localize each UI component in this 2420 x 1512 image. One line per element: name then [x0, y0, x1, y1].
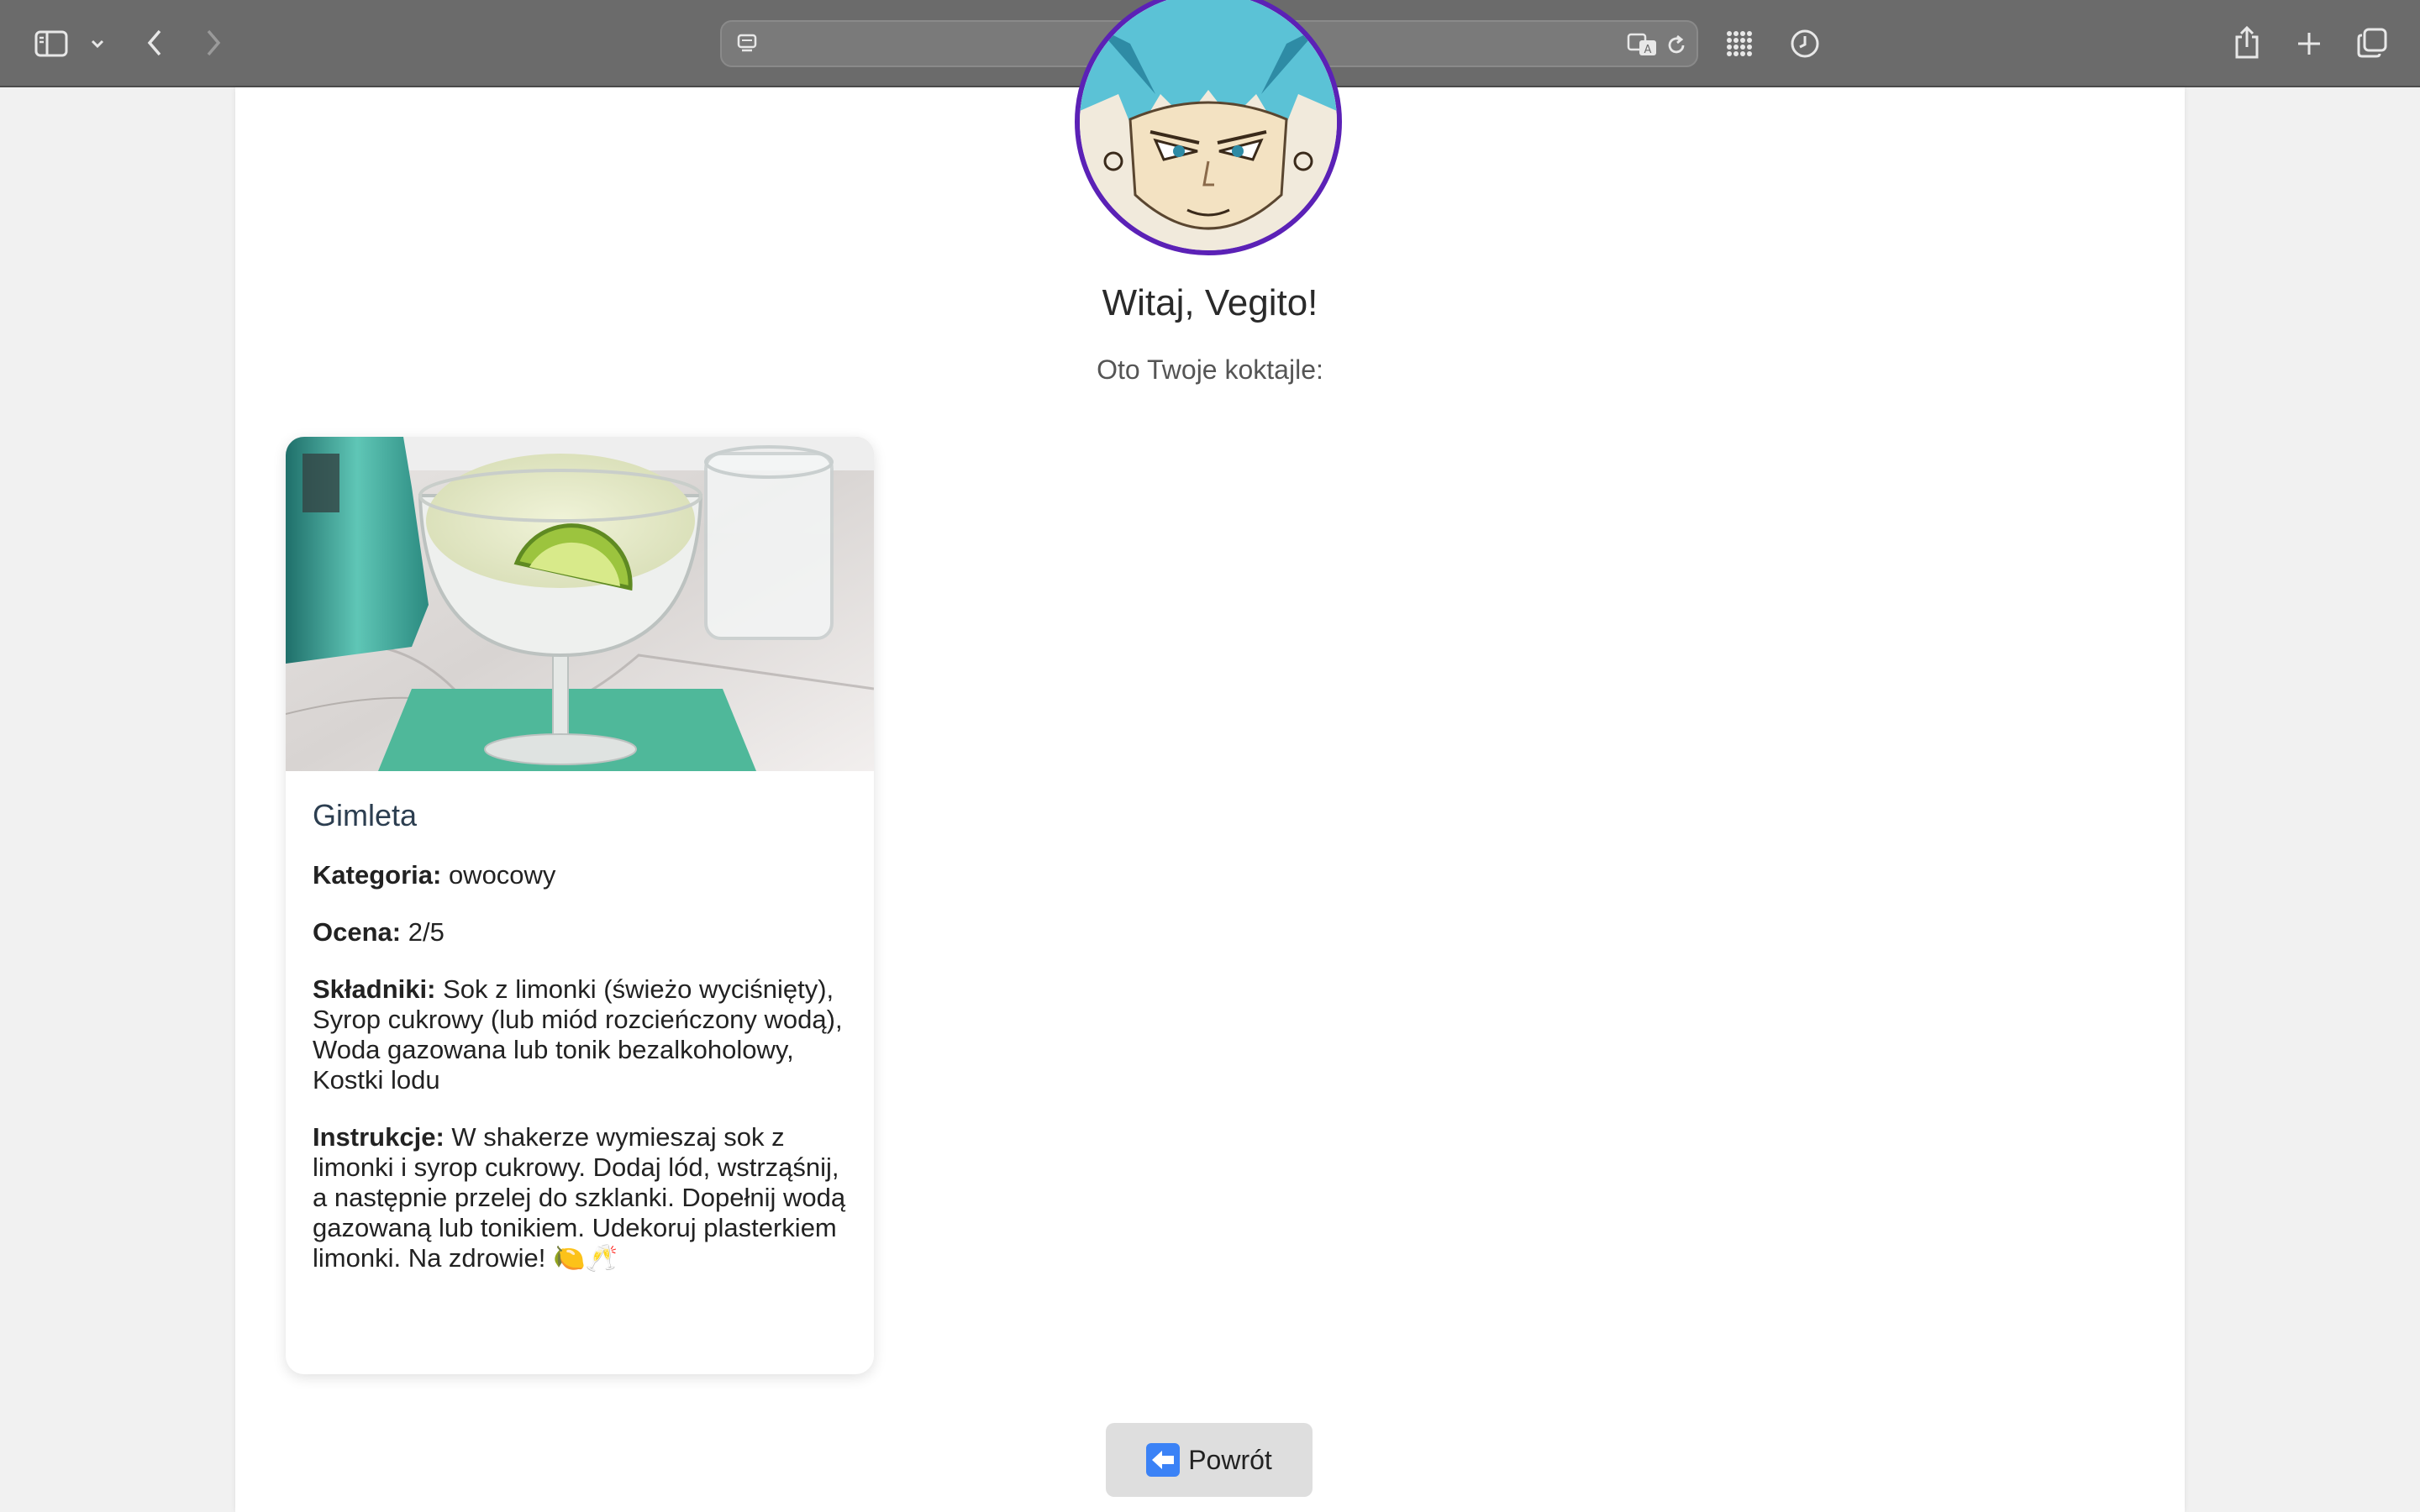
cocktail-name: Gimleta: [313, 798, 418, 832]
chevron-left-icon: [147, 29, 161, 56]
chevron-down-icon: [91, 39, 104, 49]
category-label: Kategoria:: [313, 860, 442, 890]
ingredients-label: Składniki:: [313, 974, 436, 1004]
page-title: Witaj, Vegito!: [1102, 282, 1318, 323]
tabs-icon: [2357, 28, 2387, 58]
instructions-label: Instrukcje:: [313, 1122, 445, 1152]
cocktail-category: Kategoria: owocowy: [313, 860, 850, 890]
apps-grid-button[interactable]: [1723, 27, 1756, 60]
page-subtitle: Oto Twoje koktajle:: [1097, 354, 1323, 385]
translate-button[interactable]: A: [1626, 30, 1660, 59]
rating-label: Ocena:: [313, 917, 402, 947]
svg-text:A: A: [1644, 44, 1652, 56]
user-avatar: [1075, 0, 1342, 255]
history-button[interactable]: [1788, 27, 1822, 60]
chevron-right-icon: [207, 29, 221, 56]
cocktail-card: Gimleta Kategoria: owocowy Ocena: 2/5 Sk…: [286, 437, 874, 1374]
cocktail-photo: [286, 437, 874, 771]
sidebar-menu-button[interactable]: [87, 34, 108, 54]
cocktail-ingredients: Składniki: Sok z limonki (świeżo wyciśni…: [313, 974, 850, 1095]
back-nav-button[interactable]: [141, 25, 168, 60]
grid-icon: [1727, 31, 1752, 56]
share-icon: [2235, 25, 2259, 59]
reload-icon: [1668, 34, 1685, 54]
cocktail-rating: Ocena: 2/5: [313, 917, 850, 948]
arrow-left-icon: [1146, 1443, 1181, 1477]
share-button[interactable]: [2230, 24, 2264, 62]
clock-icon: [1791, 29, 1819, 58]
sidebar-toggle-button[interactable]: [32, 27, 71, 60]
rating-value: 2/5: [408, 917, 445, 947]
reload-button[interactable]: [1663, 32, 1690, 59]
page-content: Witaj, Vegito! Oto Twoje koktajle: Gimle…: [235, 0, 2185, 1512]
tab-overview-button[interactable]: [2354, 25, 2390, 60]
forward-nav-button[interactable]: [200, 25, 227, 60]
sidebar-icon: [34, 30, 68, 57]
translate-icon: A: [1627, 33, 1656, 56]
new-tab-button[interactable]: [2292, 27, 2326, 60]
cocktail-instructions: Instrukcje: W shakerze wymieszaj sok z l…: [313, 1122, 850, 1273]
plus-icon: [2298, 33, 2320, 55]
back-button[interactable]: Powrót: [1106, 1423, 1313, 1497]
back-button-label: Powrót: [1188, 1444, 1272, 1475]
category-value: owocowy: [448, 860, 556, 890]
